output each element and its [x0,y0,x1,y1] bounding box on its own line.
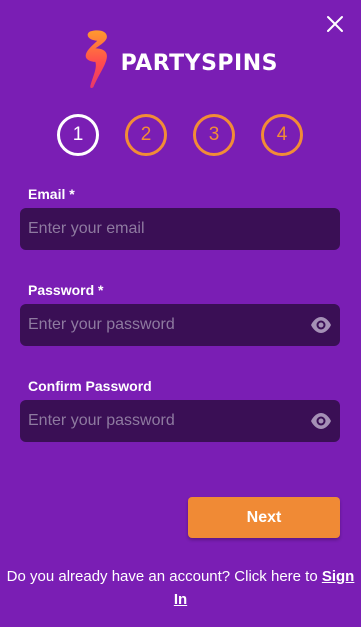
confirm-password-label: Confirm Password [28,378,152,394]
confirm-password-field-wrapper [20,400,340,442]
show-password-button[interactable] [310,315,332,335]
step-1[interactable]: 1 [57,114,99,156]
step-4[interactable]: 4 [261,114,303,156]
password-field-wrapper [20,304,340,346]
brand-logo: PARTYSPINS [78,26,278,94]
signin-prompt-text: Do you already have an account? Click he… [6,568,318,585]
password-label: Password * [28,282,104,298]
signin-prompt: Do you already have an account? Click he… [0,565,361,611]
close-icon [327,16,343,32]
show-confirm-password-button[interactable] [310,411,332,431]
password-field[interactable] [20,304,340,346]
step-2[interactable]: 2 [125,114,167,156]
brand-name: PARTYSPINS [120,50,278,76]
email-label: Email * [28,186,75,202]
lightning-bolt-icon [85,30,107,88]
next-button[interactable]: Next [188,497,340,538]
step-3[interactable]: 3 [193,114,235,156]
eye-icon [311,317,331,333]
email-field[interactable] [20,208,340,250]
eye-icon [311,413,331,429]
close-button[interactable] [325,14,345,34]
email-field-wrapper [20,208,340,250]
step-indicator: 1 2 3 4 [0,114,361,156]
confirm-password-field[interactable] [20,400,340,442]
